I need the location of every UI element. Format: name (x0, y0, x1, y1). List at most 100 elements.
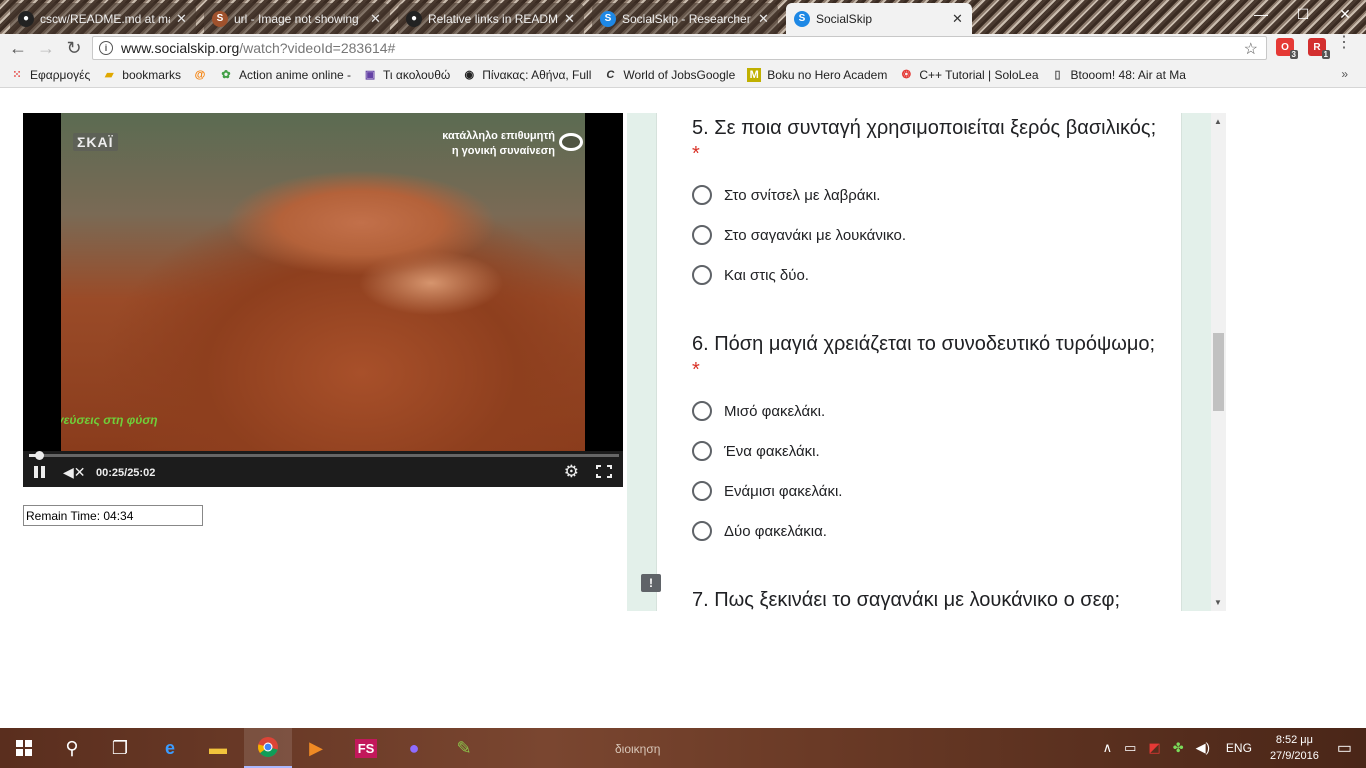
address-bar[interactable]: i www.socialskip.org/watch?videoId=28361… (92, 36, 1267, 60)
tab-url-image[interactable]: S url - Image not showing ✕ (204, 3, 390, 34)
chrome-menu-icon[interactable]: ⋮ (1336, 35, 1352, 51)
video-frame[interactable]: ΣΚΑΪ κατάλληλο επιθυμητή η γονική συναίν… (61, 113, 585, 451)
bookmark-label: bookmarks (122, 67, 181, 82)
app-cat-icon[interactable]: ● (390, 728, 438, 768)
pause-icon[interactable] (34, 466, 46, 478)
media-player-icon[interactable]: ▶ (292, 728, 340, 768)
back-icon[interactable]: ← (8, 38, 28, 58)
forward-icon[interactable]: → (36, 38, 56, 58)
bookmark-sololearn[interactable]: ❂ C++ Tutorial | SoloLea (899, 68, 1039, 82)
volume-icon[interactable]: ◀) (1196, 740, 1210, 756)
question-title: 6. Πόση μαγιά χρειάζεται το συνοδευτικό … (692, 331, 1162, 383)
clock-date: 27/9/2016 (1269, 750, 1319, 762)
url-text[interactable]: www.socialskip.org/watch?videoId=283614# (121, 40, 395, 56)
radio-button[interactable] (692, 265, 712, 285)
reload-icon[interactable]: ↻ (64, 38, 84, 58)
bookmark-boku-no-hero[interactable]: M Boku no Hero Academ (747, 67, 887, 82)
radio-button[interactable] (692, 521, 712, 541)
bookmark-label: Τι ακολουθώ (383, 67, 451, 82)
tab-cscw-readme[interactable]: ● cscw/README.md at ma ✕ (10, 3, 196, 34)
scroll-down-icon[interactable]: ▼ (1214, 598, 1222, 607)
file-explorer-icon[interactable]: ▬ (194, 728, 242, 768)
feedback-icon[interactable]: ! (641, 574, 661, 592)
close-icon[interactable]: ✕ (176, 11, 188, 27)
radio-button[interactable] (692, 401, 712, 421)
scroll-up-icon[interactable]: ▲ (1214, 117, 1222, 126)
bookmark-twitch[interactable]: ▣ Τι ακολουθώ (363, 68, 450, 82)
bookmark-apps[interactable]: ⁙ Εφαρμογές (10, 68, 90, 82)
answer-option[interactable]: Στο σνίτσελ με λαβράκι. (692, 175, 1162, 215)
info-icon[interactable]: i (99, 41, 113, 55)
answer-option[interactable]: Στο σαγανάκι με λουκάνικο. (692, 215, 1162, 255)
antivirus-icon[interactable]: ◩ (1148, 740, 1160, 756)
chrome-icon[interactable] (244, 728, 292, 768)
search-icon[interactable]: ⚲ (48, 728, 96, 768)
remain-time-box: Remain Time: 04:34 (23, 505, 203, 526)
answer-option[interactable]: Ένα φακελάκι. (692, 431, 1162, 471)
option-label: Στο σαγανάκι με λουκάνικο. (724, 226, 907, 244)
tab-socialskip-researcher[interactable]: S SocialSkip - Researcher ✕ (592, 3, 778, 34)
bookmark-world-of-jobs[interactable]: C World of JobsGoogle (603, 68, 735, 82)
start-icon[interactable] (0, 728, 48, 768)
show-caption: γεύσεις στη φύση (61, 413, 158, 427)
bookmark-trello[interactable]: ◉ Πίνακας: Αθήνα, Full (462, 68, 591, 82)
clock[interactable]: 8:52 μμ 27/9/2016 (1270, 732, 1319, 764)
close-window-icon[interactable]: ✕ (1324, 0, 1366, 28)
seek-bar[interactable] (29, 451, 619, 460)
time-display: 00:25/25:02 (96, 467, 156, 479)
tab-title: SocialSkip (816, 11, 873, 26)
notepad-icon[interactable]: ✎ (440, 728, 488, 768)
answer-option[interactable]: Και στις δύο. (692, 255, 1162, 295)
notifications-icon[interactable]: ▭ (1337, 738, 1352, 758)
rating-line: η γονική συναίνεση (451, 145, 555, 157)
close-icon[interactable]: ✕ (370, 11, 382, 27)
fullscreen-icon[interactable] (595, 464, 613, 479)
bookmark-action-anime[interactable]: ✿ Action anime online - (219, 68, 351, 82)
maximize-icon[interactable]: ☐ (1282, 0, 1324, 28)
task-view-icon[interactable]: ❐ (96, 728, 144, 768)
opera-extension-icon[interactable]: O 3 (1276, 38, 1298, 59)
tab-relative-links[interactable]: ● Relative links in READM ✕ (398, 3, 584, 34)
fs-icon[interactable]: FS (342, 728, 390, 768)
battery-icon[interactable]: ▭ (1124, 740, 1136, 756)
chevron-up-icon[interactable]: ∧ (1103, 740, 1113, 756)
option-label: Και στις δύο. (724, 266, 809, 284)
radio-button[interactable] (692, 441, 712, 461)
bookmark-folder[interactable]: ▰ bookmarks (102, 68, 181, 82)
scroll-thumb[interactable] (1213, 333, 1224, 411)
sync-icon[interactable]: ✤ (1173, 740, 1184, 756)
video-player[interactable]: ΣΚΑΪ κατάλληλο επιθυμητή η γονική συναίν… (23, 113, 623, 487)
radio-button[interactable] (692, 481, 712, 501)
seek-handle[interactable] (35, 451, 45, 460)
bookmark-btooom[interactable]: ▯ Btooom! 48: Air at Ma (1051, 68, 1186, 82)
manga-icon: M (747, 67, 762, 82)
radio-button[interactable] (692, 225, 712, 245)
settings-gear-icon[interactable]: ⚙ (564, 462, 579, 482)
minimize-icon[interactable]: — (1240, 0, 1282, 28)
form-scrollbar[interactable]: ▲ ▼ (1211, 113, 1226, 611)
bookmark-label: Πίνακας: Αθήνα, Full (482, 67, 592, 82)
system-tray: ∧ ▭ ◩ ✤ ◀) ENG 8:52 μμ 27/9/2016 ▭ (1097, 728, 1366, 768)
close-icon[interactable]: ✕ (952, 11, 964, 27)
bookmark-at[interactable]: @ (193, 68, 207, 82)
bookmark-label: Action anime online - (238, 67, 352, 82)
question-5: 5. Σε ποια συνταγή χρησιμοποιείται ξερός… (692, 115, 1162, 295)
answer-option[interactable]: Ενάμισι φακελάκι. (692, 471, 1162, 511)
radio-button[interactable] (692, 185, 712, 205)
bookmarks-more-icon[interactable]: » (1341, 67, 1348, 81)
required-mark: * (692, 359, 700, 381)
answer-option[interactable]: Δύο φακελάκια. (692, 511, 1162, 551)
tab-title: url - Image not showing (234, 11, 359, 26)
url-host: www.socialskip.org (121, 40, 240, 56)
tab-socialskip[interactable]: S SocialSkip ✕ (786, 3, 972, 34)
tab-title: Relative links in READM (428, 11, 558, 26)
close-icon[interactable]: ✕ (564, 11, 576, 27)
answer-option[interactable]: Μισό φακελάκι. (692, 391, 1162, 431)
extension-icon[interactable]: R 1 (1308, 38, 1330, 59)
close-icon[interactable]: ✕ (758, 11, 770, 27)
language-indicator[interactable]: ENG (1226, 741, 1252, 755)
edge-icon[interactable]: e (146, 728, 194, 768)
required-mark: * (692, 143, 700, 165)
bookmark-star-icon[interactable]: ☆ (1244, 39, 1258, 59)
mute-icon[interactable]: ◀✕ (63, 464, 86, 481)
